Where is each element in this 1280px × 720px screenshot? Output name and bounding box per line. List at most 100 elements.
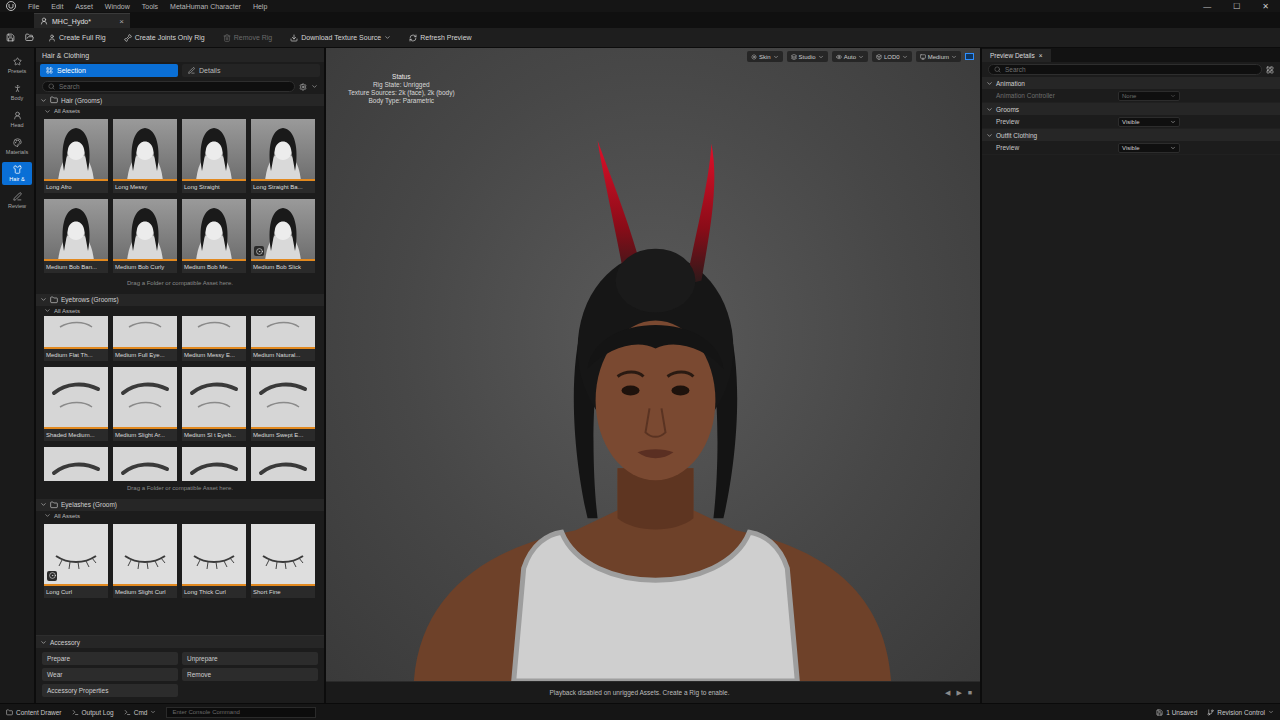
status-button[interactable]: Revision Control [1207,709,1274,716]
section-subheader[interactable]: All Assets [36,106,324,116]
asset-tile[interactable]: Medium Sl t Eyeb... [182,367,246,441]
window-control[interactable]: ☐ [1228,2,1245,11]
playback-button[interactable]: ▶ [956,689,961,697]
menu-item[interactable]: Edit [51,3,63,10]
section-header[interactable]: Eyebrows (Grooms) [36,294,324,306]
save-button[interactable] [6,33,15,42]
asset-tile[interactable] [182,447,246,481]
asset-tile[interactable]: Medium Slight Curl [113,524,177,598]
dropdown-icon[interactable] [311,83,318,90]
viewport-dropdown[interactable]: LOD0 [872,51,912,62]
expand-icon[interactable] [40,296,47,303]
playback-button[interactable]: ◀ [945,689,950,697]
toolbar-button[interactable]: Create Full Rig [44,32,110,44]
status-button[interactable]: Output Log [72,709,114,716]
expand-icon[interactable] [986,106,993,113]
asset-tile[interactable]: Long Straight Ba... [251,119,315,193]
status-button[interactable]: 1 Unsaved [1156,709,1197,716]
panel-tab[interactable]: Details [182,64,320,77]
asset-tile[interactable]: Medium Messy E... [182,316,246,362]
asset-tile[interactable] [251,447,315,481]
asset-tile[interactable]: Medium Swept E... [251,367,315,441]
toolbar-button[interactable]: Create Joints Only Rig [120,32,209,44]
expand-icon[interactable] [986,132,993,139]
playback-button[interactable]: ■ [968,689,972,697]
toolbar-button[interactable]: Download Texture Source [286,32,395,44]
side-nav-item[interactable]: Body [2,81,32,104]
expand-icon[interactable] [44,307,51,314]
asset-tile[interactable]: Medium Natural... [251,316,315,362]
expand-icon[interactable] [986,80,993,87]
cmd-dropdown[interactable]: Cmd [124,709,157,716]
toolbar-button[interactable]: Refresh Preview [405,32,475,44]
asset-tile[interactable]: Long Messy [113,119,177,193]
section-header[interactable]: Grooms [982,103,1280,115]
status-button[interactable]: Content Drawer [6,709,62,716]
expand-icon[interactable] [40,97,47,104]
grid-icon[interactable] [1266,66,1274,74]
close-tab-button[interactable]: × [119,17,124,26]
section-subheader[interactable]: All Assets [36,511,324,521]
search-field[interactable]: Search [988,64,1262,75]
asset-tile[interactable]: Shaded Medium... [44,367,108,441]
menu-item[interactable]: Asset [75,3,93,10]
asset-tile[interactable]: Short Fine [251,524,315,598]
unreal-logo-icon[interactable] [6,1,16,11]
menu-item[interactable]: Tools [142,3,158,10]
section-header[interactable]: Outfit Clothing [982,129,1280,141]
panel-tab[interactable]: Selection [40,64,178,77]
window-control[interactable]: ✕ [1257,2,1274,11]
section-header[interactable]: Accessory [36,636,324,648]
menu-item[interactable]: Help [253,3,267,10]
asset-tile[interactable]: Medium Bob Ban... [44,199,108,273]
side-nav-item[interactable]: Materials [2,135,32,158]
side-nav-item[interactable]: Presets [2,54,32,77]
menu-item[interactable]: MetaHuman Character [170,3,241,10]
close-tab-button[interactable]: × [1039,52,1043,59]
accessory-button[interactable]: Accessory Properties [42,684,178,697]
accessory-button[interactable]: Prepare [42,652,178,665]
expand-icon[interactable] [40,501,47,508]
asset-tile[interactable]: Medium Bob Slick [251,199,315,273]
viewport-canvas[interactable]: SkinStudioAutoLOD0MediumStatusRig State:… [326,48,980,681]
asset-tile[interactable]: Medium Full Eye... [113,316,177,362]
window-control[interactable]: — [1198,2,1216,11]
asset-tile[interactable] [113,447,177,481]
menu-item[interactable]: File [28,3,39,10]
layout-toggle[interactable] [965,53,974,60]
property-dropdown[interactable]: None [1118,91,1180,101]
menu-item[interactable]: Window [105,3,130,10]
section-header[interactable]: Eyelashes (Groom) [36,499,324,511]
document-tab[interactable]: MHC_Hydo*× [34,13,130,28]
asset-tile[interactable]: Long Thick Curl [182,524,246,598]
toolbar-button[interactable]: Remove Rig [219,32,277,44]
asset-tile[interactable]: Long Straight [182,119,246,193]
search-field[interactable]: Search [42,81,295,92]
console-input[interactable]: Enter Console Command [166,707,316,718]
side-nav-item[interactable]: Head [2,108,32,131]
asset-tile[interactable]: Medium Bob Curly [113,199,177,273]
character-render[interactable] [326,48,980,681]
expand-icon[interactable] [40,639,47,646]
accessory-button[interactable]: Unprepare [182,652,318,665]
section-header[interactable]: Animation [982,77,1280,89]
side-nav-item[interactable]: Review [2,189,32,212]
property-dropdown[interactable]: Visible [1118,117,1180,127]
expand-icon[interactable] [44,108,51,115]
viewport-dropdown[interactable]: Skin [747,51,783,62]
asset-tile[interactable]: Medium Flat Th... [44,316,108,362]
asset-tile[interactable] [44,447,108,481]
panel-tab[interactable]: Preview Details× [982,49,1051,62]
section-subheader[interactable]: All Assets [36,306,324,316]
expand-icon[interactable] [44,512,51,519]
asset-tile[interactable]: Medium Slight Ar... [113,367,177,441]
viewport-dropdown[interactable]: Studio [787,51,828,62]
browse-button[interactable] [25,33,34,42]
viewport-dropdown[interactable]: Medium [916,51,961,62]
asset-tile[interactable]: Long Afro [44,119,108,193]
accessory-button[interactable]: Remove [182,668,318,681]
property-dropdown[interactable]: Visible [1118,143,1180,153]
accessory-button[interactable]: Wear [42,668,178,681]
viewport-dropdown[interactable]: Auto [832,51,868,62]
section-header[interactable]: Hair (Grooms) [36,94,324,106]
